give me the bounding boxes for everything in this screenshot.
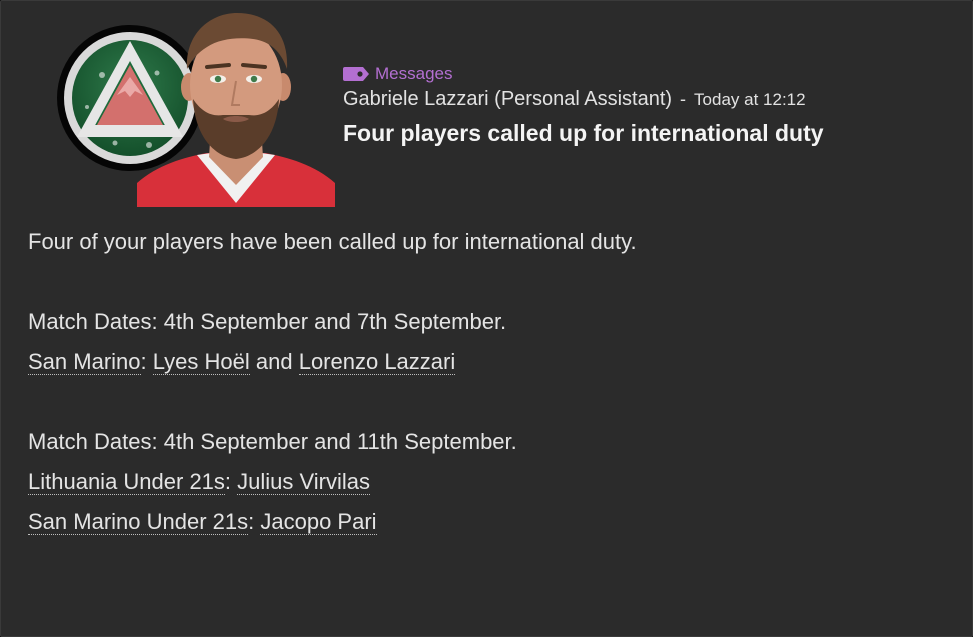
player-link[interactable]: Lyes Hoël <box>152 349 250 375</box>
team-link[interactable]: San Marino Under 21s <box>28 509 249 535</box>
message-time: Today at 12:12 <box>694 90 806 109</box>
colon: : <box>248 509 261 534</box>
message-body: Four of your players have been called up… <box>28 225 948 545</box>
assistant-portrait <box>137 7 335 207</box>
sender-name[interactable]: Gabriele Lazzari (Personal Assistant) <box>343 88 672 111</box>
callup-row: San Marino: Lyes Hoël and Lorenzo Lazzar… <box>28 345 948 385</box>
category-label[interactable]: Messages <box>343 63 963 85</box>
sender-separator: - <box>680 89 687 109</box>
intro-text: Four of your players have been called up… <box>28 229 637 254</box>
team-link[interactable]: San Marino <box>28 349 141 375</box>
match-dates-2: Match Dates: 4th September and 11th Sept… <box>28 429 517 454</box>
callup-row: San Marino Under 21s: Jacopo Pari <box>28 505 948 545</box>
tag-icon <box>343 67 369 81</box>
player-link[interactable]: Jacopo Pari <box>260 509 377 535</box>
sender-line: Gabriele Lazzari (Personal Assistant) - … <box>343 88 963 114</box>
category-text: Messages <box>375 64 453 83</box>
player-link[interactable]: Julius Virvilas <box>237 469 371 495</box>
joiner: and <box>249 349 299 374</box>
team-link[interactable]: Lithuania Under 21s <box>28 469 225 495</box>
colon: : <box>224 469 238 494</box>
player-link[interactable]: Lorenzo Lazzari <box>298 349 456 375</box>
message-header: Messages Gabriele Lazzari (Personal Assi… <box>343 63 963 147</box>
message-panel: Messages Gabriele Lazzari (Personal Assi… <box>0 0 973 637</box>
colon: : <box>140 349 153 374</box>
message-subject: Four players called up for international… <box>343 120 824 146</box>
callup-row: Lithuania Under 21s: Julius Virvilas <box>28 465 948 505</box>
match-dates-1: Match Dates: 4th September and 7th Septe… <box>28 309 507 334</box>
